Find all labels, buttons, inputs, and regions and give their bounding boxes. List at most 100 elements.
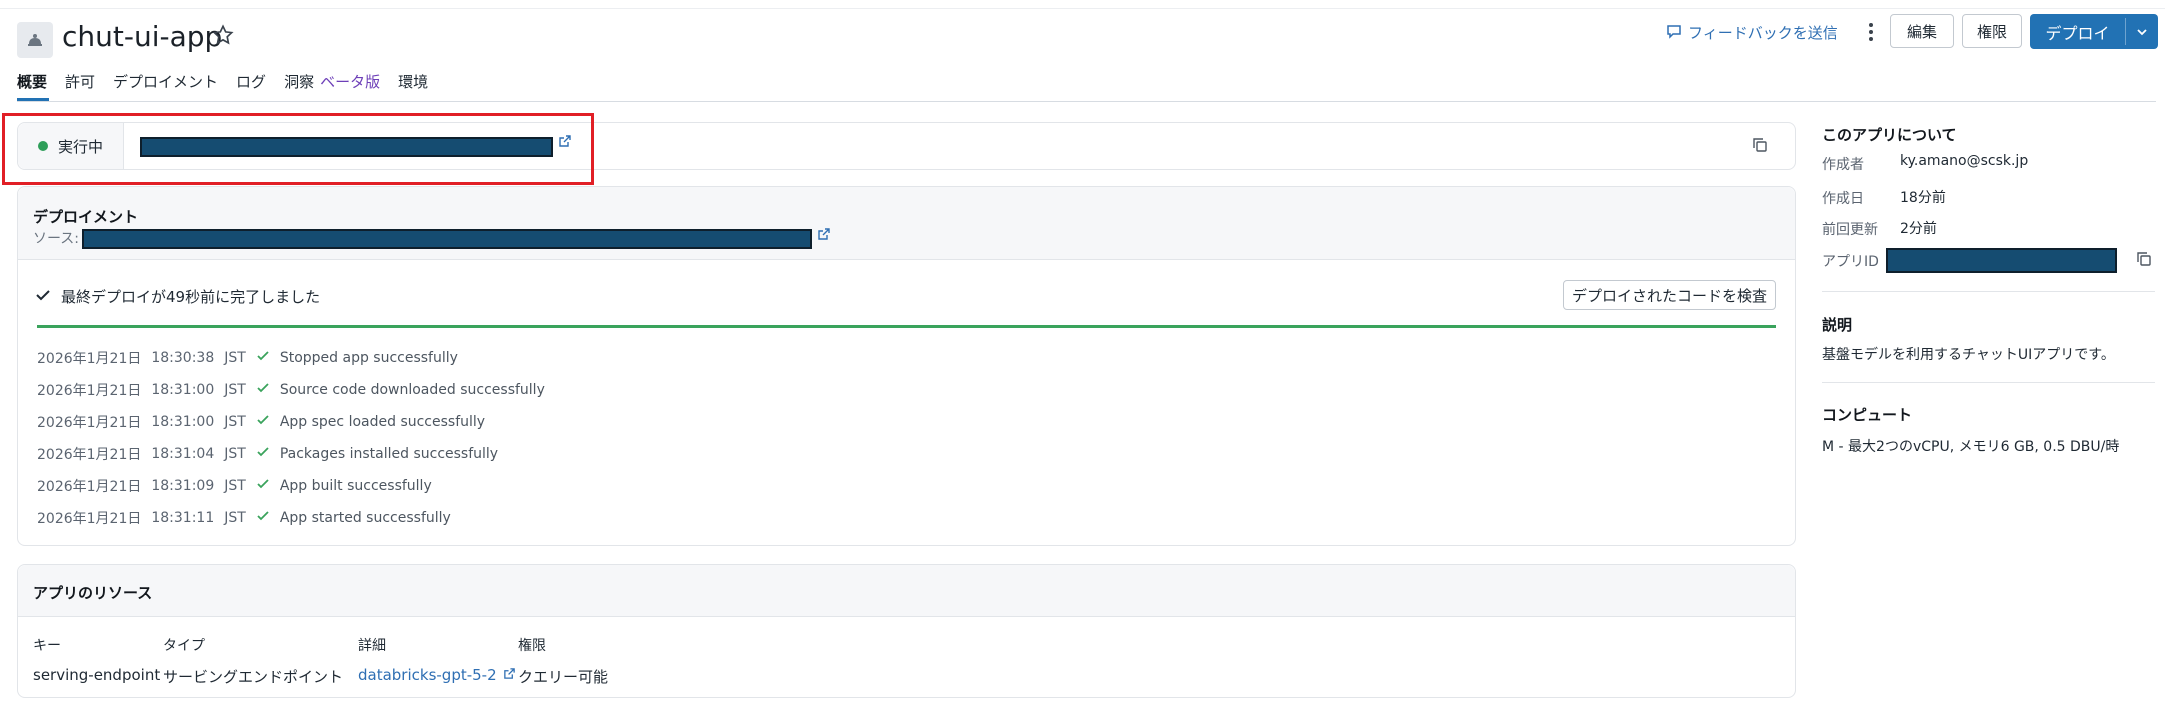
created-label: 作成日 [1822, 191, 1864, 207]
resource-type: サービングエンドポイント [163, 668, 344, 686]
log-check-icon [256, 381, 270, 399]
tabs-divider [17, 101, 2156, 102]
log-time: 18:30:38 [151, 350, 215, 366]
resources-card: アプリのリソース キー タイプ 詳細 権限 serving-endpoint サ… [17, 564, 1796, 698]
log-time: 18:31:00 [151, 414, 215, 430]
highlight-annotation-box [2, 113, 594, 185]
favorite-star-icon[interactable] [212, 24, 234, 50]
copy-icon[interactable] [1751, 136, 1769, 158]
resource-permission: クエリー可能 [518, 668, 609, 686]
about-title: このアプリについて [1822, 126, 1957, 144]
description-title: 説明 [1822, 316, 1853, 334]
permissions-button[interactable]: 権限 [1962, 14, 2022, 48]
compute-value: M - 最大2つのvCPU, メモリ6 GB, 0.5 DBU/時 [1822, 439, 2120, 455]
chevron-down-icon[interactable] [2126, 14, 2158, 49]
description-value: 基盤モデルを利用するチャットUIアプリです。 [1822, 347, 2115, 363]
tab-deployments[interactable]: デプロイメント [113, 71, 218, 92]
deploy-result: 最終デプロイが49秒前に完了しました [35, 286, 320, 307]
app-icon [17, 22, 53, 58]
log-check-icon [256, 477, 270, 495]
log-check-icon [256, 413, 270, 431]
sidebar-divider [1822, 382, 2155, 383]
log-message: Packages installed successfully [279, 446, 499, 462]
feedback-label: フィードバックを送信 [1688, 24, 1838, 42]
edit-button[interactable]: 編集 [1890, 14, 1954, 48]
source-external-link-icon[interactable] [817, 227, 831, 245]
log-date: 2026年1月21日 [37, 351, 142, 367]
log-check-icon [256, 509, 270, 527]
log-time: 18:31:09 [151, 478, 215, 494]
log-message: App spec loaded successfully [279, 414, 486, 430]
resources-header: アプリのリソース [18, 565, 1795, 617]
deploy-split-button: デプロイ [2030, 14, 2158, 49]
app-title: chut-ui-app [62, 20, 223, 53]
feedback-link[interactable]: フィードバックを送信 [1666, 22, 1838, 43]
speech-bubble-icon [1666, 23, 1682, 43]
log-row: 2026年1月21日 18:31:04 JST Packages install… [37, 444, 498, 464]
tab-logs[interactable]: ログ [236, 71, 266, 92]
log-date: 2026年1月21日 [37, 479, 142, 495]
log-row: 2026年1月21日 18:31:00 JST App spec loaded … [37, 412, 485, 432]
log-tz: JST [224, 510, 246, 526]
log-tz: JST [224, 350, 246, 366]
resource-key: serving-endpoint [33, 666, 161, 684]
source-label: ソース: [33, 231, 80, 247]
deploy-result-text: 最終デプロイが49秒前に完了しました [61, 288, 321, 306]
log-tz: JST [224, 446, 246, 462]
top-divider [0, 8, 2165, 9]
log-date: 2026年1月21日 [37, 383, 142, 399]
app-id-label: アプリID [1822, 254, 1879, 270]
sidebar-divider [1822, 291, 2155, 292]
column-header-type: タイプ [163, 638, 205, 654]
deploy-progress-bar [37, 325, 1776, 328]
log-tz: JST [224, 478, 246, 494]
resource-detail: databricks-gpt-5-2 [358, 666, 497, 684]
updated-value: 2分前 [1900, 221, 1937, 237]
log-tz: JST [224, 382, 246, 398]
resources-title: アプリのリソース [33, 584, 153, 602]
tab-insights-label: 洞察 [284, 73, 315, 91]
deployment-card: デプロイメント ソース: 最終デプロイが49秒前に完了しました デプロイされたコ… [17, 186, 1796, 546]
log-row: 2026年1月21日 18:31:11 JST App started succ… [37, 508, 451, 528]
log-message: App started successfully [279, 510, 451, 526]
log-check-icon [256, 349, 270, 367]
creator-value: ky.amano@scsk.jp [1900, 153, 2029, 169]
deployment-title: デプロイメント [33, 208, 139, 226]
beta-badge: ベータ版 [320, 73, 381, 91]
checkmark-icon [35, 287, 51, 307]
log-row: 2026年1月21日 18:31:00 JST Source code down… [37, 380, 545, 400]
tab-insights[interactable]: 洞察 ベータ版 [284, 71, 380, 92]
compute-title: コンピュート [1822, 406, 1913, 424]
copy-app-id-icon[interactable] [2135, 250, 2153, 272]
log-tz: JST [224, 414, 246, 430]
tab-overview[interactable]: 概要 [17, 71, 47, 92]
column-header-permission: 権限 [518, 638, 546, 654]
log-time: 18:31:04 [151, 446, 215, 462]
log-row: 2026年1月21日 18:30:38 JST Stopped app succ… [37, 348, 458, 368]
log-date: 2026年1月21日 [37, 511, 142, 527]
more-options-icon[interactable] [1864, 18, 1878, 46]
created-value: 18分前 [1900, 190, 1946, 206]
log-date: 2026年1月21日 [37, 447, 142, 463]
tab-permissions[interactable]: 許可 [65, 71, 95, 92]
column-header-key: キー [33, 638, 61, 654]
log-time: 18:31:11 [151, 510, 215, 526]
redacted-source-path[interactable] [82, 229, 812, 249]
column-header-detail: 詳細 [358, 638, 386, 654]
log-row: 2026年1月21日 18:31:09 JST App built succes… [37, 476, 432, 496]
log-message: Source code downloaded successfully [279, 382, 545, 398]
inspect-code-button[interactable]: デプロイされたコードを検査 [1563, 280, 1776, 310]
tab-bar: 概要 許可 デプロイメント ログ 洞察 ベータ版 環境 [17, 71, 446, 92]
log-time: 18:31:00 [151, 382, 215, 398]
log-check-icon [256, 445, 270, 463]
log-message: App built successfully [279, 478, 432, 494]
tab-environment[interactable]: 環境 [398, 71, 428, 92]
log-message: Stopped app successfully [279, 350, 458, 366]
creator-label: 作成者 [1822, 157, 1864, 173]
resource-detail-link[interactable]: databricks-gpt-5-2 [358, 666, 516, 684]
log-date: 2026年1月21日 [37, 415, 142, 431]
updated-label: 前回更新 [1822, 222, 1878, 238]
deployment-header: デプロイメント ソース: [18, 187, 1795, 260]
deploy-button[interactable]: デプロイ [2030, 14, 2125, 49]
redacted-app-id [1886, 248, 2117, 273]
